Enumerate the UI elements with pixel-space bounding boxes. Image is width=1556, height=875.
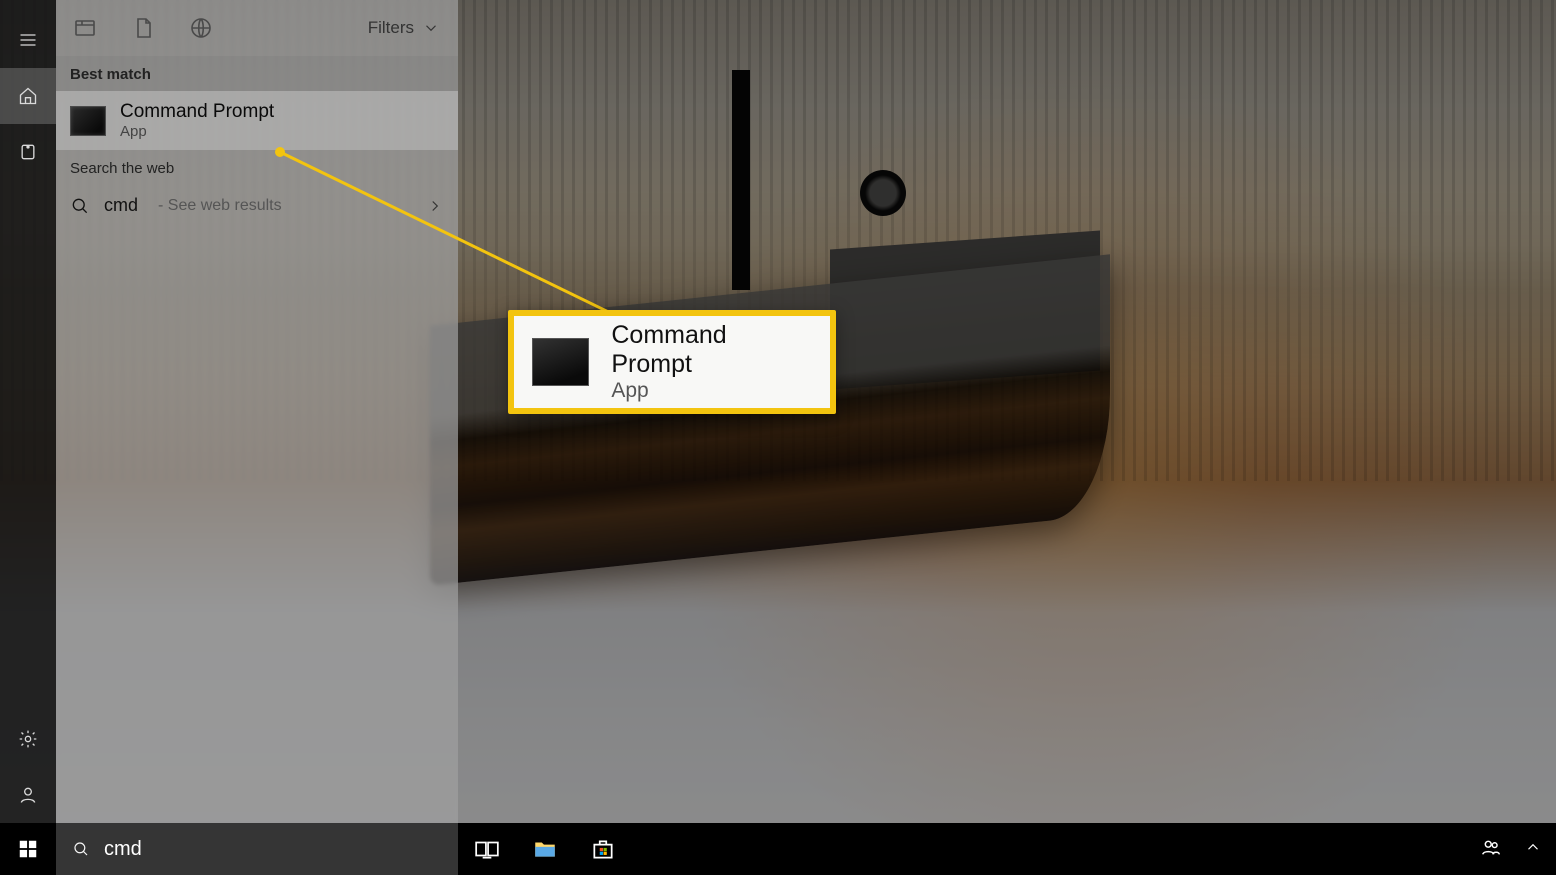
taskbar-search[interactable] bbox=[56, 823, 458, 875]
people-button[interactable] bbox=[1480, 836, 1502, 863]
results-header: Filters bbox=[56, 0, 458, 56]
taskbar bbox=[0, 823, 1556, 875]
rail-settings-button[interactable] bbox=[0, 711, 56, 767]
search-input[interactable] bbox=[104, 838, 442, 861]
callout-texts: Command Prompt App bbox=[611, 321, 812, 403]
file-explorer-icon bbox=[532, 836, 558, 862]
rail-menu-button[interactable] bbox=[0, 12, 56, 68]
globe-icon bbox=[189, 16, 213, 40]
store-icon bbox=[590, 836, 616, 862]
apps-icon bbox=[73, 16, 97, 40]
hamburger-icon bbox=[18, 30, 38, 50]
search-icon bbox=[70, 196, 90, 216]
windows-icon bbox=[17, 838, 39, 860]
result-subtitle: App bbox=[120, 123, 274, 140]
search-results-pane: Filters Best match Command Prompt App Se… bbox=[56, 0, 458, 823]
tab-web[interactable] bbox=[184, 11, 218, 45]
filters-label: Filters bbox=[368, 18, 414, 38]
web-hint: - See web results bbox=[158, 197, 282, 215]
result-command-prompt[interactable]: Command Prompt App bbox=[56, 91, 458, 150]
section-search-web: Search the web bbox=[56, 150, 458, 185]
rail-home-button[interactable] bbox=[0, 68, 56, 124]
start-search-panel: Filters Best match Command Prompt App Se… bbox=[0, 0, 458, 823]
web-query: cmd bbox=[104, 195, 138, 216]
file-explorer-button[interactable] bbox=[516, 823, 574, 875]
result-texts: Command Prompt App bbox=[120, 101, 274, 140]
tab-documents[interactable] bbox=[126, 11, 160, 45]
tray-chevron-button[interactable] bbox=[1524, 838, 1542, 861]
document-icon bbox=[131, 16, 155, 40]
task-view-button[interactable] bbox=[458, 823, 516, 875]
chevron-up-icon bbox=[1524, 838, 1542, 856]
chevron-right-icon bbox=[426, 197, 444, 215]
rail-timeline-button[interactable] bbox=[0, 124, 56, 180]
section-best-match: Best match bbox=[56, 56, 458, 91]
people-icon bbox=[1480, 836, 1502, 858]
callout-subtitle: App bbox=[611, 379, 812, 403]
gear-icon bbox=[18, 729, 38, 749]
taskview-icon bbox=[474, 836, 500, 862]
start-rail bbox=[0, 0, 56, 823]
chevron-down-icon bbox=[422, 19, 440, 37]
taskbar-right bbox=[1480, 836, 1556, 863]
search-icon bbox=[72, 840, 90, 858]
rail-user-button[interactable] bbox=[0, 767, 56, 823]
command-prompt-icon bbox=[532, 338, 589, 386]
timeline-icon bbox=[18, 142, 38, 162]
microsoft-store-button[interactable] bbox=[574, 823, 632, 875]
annotation-callout: Command Prompt App bbox=[508, 310, 836, 414]
taskbar-left bbox=[0, 823, 632, 875]
filters-button[interactable]: Filters bbox=[368, 18, 446, 38]
wallpaper-chimney bbox=[732, 70, 750, 290]
result-web-cmd[interactable]: cmd - See web results bbox=[56, 185, 458, 226]
start-button[interactable] bbox=[0, 823, 56, 875]
wallpaper-lamp bbox=[860, 170, 906, 216]
result-title: Command Prompt bbox=[120, 101, 274, 123]
tab-apps[interactable] bbox=[68, 11, 102, 45]
user-icon bbox=[18, 785, 38, 805]
home-icon bbox=[18, 86, 38, 106]
command-prompt-icon bbox=[70, 106, 106, 136]
callout-title: Command Prompt bbox=[611, 321, 812, 379]
